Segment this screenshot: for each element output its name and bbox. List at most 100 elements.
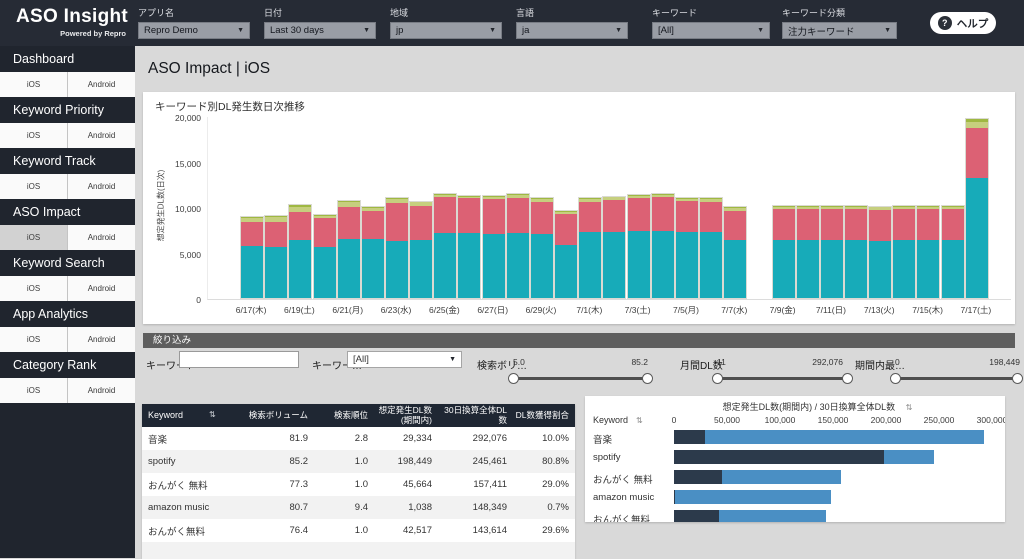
hbar-total-4[interactable]	[674, 510, 826, 522]
stacked-bar-6/25[interactable]	[433, 193, 457, 299]
sidebar-item-aso-impact-android[interactable]: Android	[68, 225, 135, 250]
sidebar-item-keyword-priority-ios[interactable]: iOS	[0, 123, 68, 148]
sort-icon[interactable]: ⇅	[209, 411, 216, 420]
stacked-bar-7/12[interactable]	[844, 205, 868, 299]
sidebar-item-dashboard-android[interactable]: Android	[68, 72, 135, 97]
stacked-bar-6/22[interactable]	[361, 206, 385, 299]
stacked-bar-6/27[interactable]	[482, 195, 506, 299]
sidebar-item-keyword-search-android[interactable]: Android	[68, 276, 135, 301]
sidebar-item-keyword-priority-android[interactable]: Android	[68, 123, 135, 148]
region-select[interactable]: jp▼	[390, 22, 502, 39]
sidebar-item-keyword-search-ios[interactable]: iOS	[0, 276, 68, 301]
stacked-bar-7/6[interactable]	[699, 197, 723, 299]
slider-handle-min[interactable]	[508, 373, 519, 384]
slider-handle-max[interactable]	[642, 373, 653, 384]
stacked-bar-7/1[interactable]	[578, 197, 602, 299]
table-cell: 42,517	[374, 525, 438, 536]
column-header-0[interactable]: Keyword⇅	[142, 411, 242, 421]
keyword-select[interactable]: [All]▼	[652, 22, 770, 39]
column-header-5[interactable]: DL数獲得割合	[513, 411, 575, 420]
table-cell: 29.6%	[513, 525, 575, 536]
stacked-bar-6/17[interactable]	[240, 216, 264, 299]
series-pink-segment	[555, 214, 577, 245]
stacked-bar-6/26[interactable]	[457, 195, 481, 299]
keyword-category-select[interactable]: 注力キーワード▼	[782, 22, 897, 39]
hbar-total-2[interactable]	[674, 470, 841, 484]
stacked-bar-6/23[interactable]	[385, 197, 409, 299]
stacked-bar-7/13[interactable]	[868, 206, 892, 299]
stacked-bar-7/5[interactable]	[675, 197, 699, 299]
slider-track[interactable]	[513, 377, 648, 380]
series-teal-segment	[386, 241, 408, 298]
column-header-4[interactable]: 30日換算全体DL数	[438, 406, 513, 425]
stacked-bar-6/28[interactable]	[506, 193, 530, 299]
hbar-total-1[interactable]	[674, 450, 934, 464]
stacked-bar-6/20[interactable]	[313, 214, 337, 299]
column-header-1[interactable]: 検索ボリューム	[242, 411, 314, 420]
hbar-total-3[interactable]	[674, 490, 831, 504]
date-range-select[interactable]: Last 30 days▼	[264, 22, 376, 39]
table-cell: 1,038	[374, 502, 438, 513]
stacked-bar-6/19[interactable]	[288, 204, 312, 299]
sort-icon[interactable]: ⇅	[636, 416, 643, 425]
table-row-3[interactable]: amazon music80.79.41,038148,3490.7%	[142, 496, 575, 519]
x-tick-label: 6/25(金)	[429, 304, 460, 316]
stacked-bar-7/9[interactable]	[772, 205, 796, 299]
series-pink-segment	[603, 200, 625, 232]
slider-track[interactable]	[895, 377, 1018, 380]
stacked-bar-7/14[interactable]	[892, 205, 916, 299]
sidebar-item-keyword-track-ios[interactable]: iOS	[0, 174, 68, 199]
column-header-2[interactable]: 検索順位	[314, 411, 374, 420]
hbar-partial-4	[674, 510, 719, 522]
help-button[interactable]: ? ヘルプ	[930, 12, 996, 34]
sidebar-item-category-rank-android[interactable]: Android	[68, 378, 135, 403]
table-row-4[interactable]: おんがく無料76.41.042,517143,61429.6%	[142, 519, 575, 542]
sidebar-item-aso-impact-ios[interactable]: iOS	[0, 225, 68, 250]
bar-slot-6/26	[457, 117, 481, 299]
slider-track[interactable]	[717, 377, 848, 380]
series-teal-segment	[966, 178, 988, 298]
stacked-bar-6/21[interactable]	[337, 200, 361, 299]
stacked-bar-7/11[interactable]	[820, 205, 844, 299]
bar-slot-7/13	[868, 117, 892, 299]
slider-handle-max[interactable]	[1012, 373, 1023, 384]
sidebar-section-app-analytics: App Analytics	[0, 301, 135, 327]
stacked-bar-6/18[interactable]	[264, 215, 288, 299]
hbar-row-label: おんがく 無料	[593, 472, 653, 486]
stacked-bar-6/24[interactable]	[409, 201, 433, 299]
table-cell: 1.0	[314, 525, 374, 536]
stacked-bar-7/16[interactable]	[941, 205, 965, 299]
sort-icon[interactable]: ⇅	[906, 403, 913, 412]
table-cell: 9.4	[314, 502, 374, 513]
stacked-bar-7/17[interactable]	[965, 118, 989, 299]
stacked-bar-7/15[interactable]	[916, 205, 940, 299]
keyword-dropdown[interactable]: [All] ▼	[347, 351, 462, 368]
stacked-bar-7/3[interactable]	[627, 194, 651, 299]
stacked-bar-7/10[interactable]	[796, 205, 820, 299]
column-header-3[interactable]: 想定発生DL数(期間内)	[374, 406, 438, 425]
app-name-select[interactable]: Repro Demo▼	[138, 22, 250, 39]
stacked-bar-7/4[interactable]	[651, 193, 675, 299]
sidebar-item-keyword-track-android[interactable]: Android	[68, 174, 135, 199]
selected-value: [All]	[658, 25, 674, 36]
stacked-bar-7/7[interactable]	[723, 206, 747, 299]
table-row-2[interactable]: おんがく 無料77.31.045,664157,41129.0%	[142, 473, 575, 496]
slider-handle-max[interactable]	[842, 373, 853, 384]
table-row-0[interactable]: 音楽81.92.829,334292,07610.0%	[142, 427, 575, 450]
hbar-total-0[interactable]	[674, 430, 984, 444]
table-cell: 1.0	[314, 456, 374, 467]
slider-handle-min[interactable]	[712, 373, 723, 384]
stacked-bar-6/29[interactable]	[530, 197, 554, 299]
stacked-bar-6/30[interactable]	[554, 210, 578, 299]
slider-handle-min[interactable]	[890, 373, 901, 384]
sidebar-item-app-analytics-android[interactable]: Android	[68, 327, 135, 352]
table-row-partial[interactable]	[142, 542, 575, 559]
sidebar-item-dashboard-ios[interactable]: iOS	[0, 72, 68, 97]
sidebar-item-category-rank-ios[interactable]: iOS	[0, 378, 68, 403]
keyword-input[interactable]	[179, 351, 299, 368]
bar-slot-6/24	[409, 117, 433, 299]
sidebar-item-app-analytics-ios[interactable]: iOS	[0, 327, 68, 352]
stacked-bar-7/2[interactable]	[602, 196, 626, 299]
language-select[interactable]: ja▼	[516, 22, 628, 39]
table-row-1[interactable]: spotify85.21.0198,449245,46180.8%	[142, 450, 575, 473]
